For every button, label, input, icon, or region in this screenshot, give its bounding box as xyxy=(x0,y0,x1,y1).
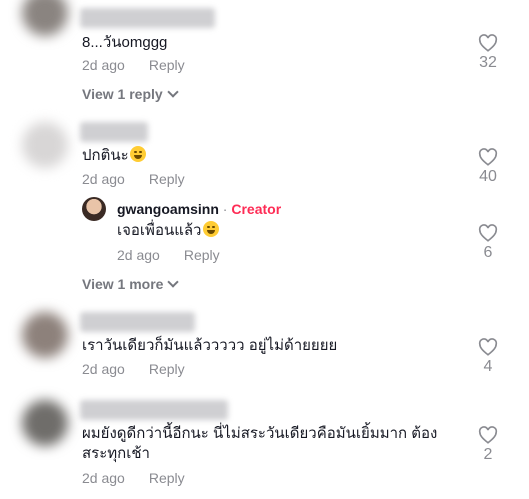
chevron-down-icon xyxy=(167,86,179,98)
comment-text-line: ปกตินะ xyxy=(82,146,146,166)
like-control: 32 xyxy=(468,34,508,72)
comment-meta: 2d ago Reply xyxy=(82,361,185,377)
reply-button[interactable]: Reply xyxy=(149,470,185,486)
like-control: 2 xyxy=(468,426,508,464)
creator-avatar[interactable] xyxy=(82,197,106,221)
avatar[interactable] xyxy=(22,312,68,358)
comment-text: ผมยังดูดีกว่านี้อีกนะ นี่ไม่สระวันเดียวค… xyxy=(82,425,438,462)
comment-meta: 2d ago Reply xyxy=(82,470,185,486)
reply-button[interactable]: Reply xyxy=(149,57,185,73)
comment-text: 8...วันomggg xyxy=(82,34,168,51)
avatar[interactable] xyxy=(22,122,68,168)
comment-time: 2d ago xyxy=(82,470,125,486)
username-blurred[interactable] xyxy=(80,400,228,420)
creator-username-line: gwangoamsinn · Creator xyxy=(117,201,281,217)
like-control: 6 xyxy=(468,224,508,262)
username-blurred[interactable] xyxy=(80,312,195,332)
grin-emoji-icon xyxy=(202,221,219,237)
heart-outline-icon[interactable] xyxy=(478,34,498,52)
avatar[interactable] xyxy=(22,400,68,446)
comment-time: 2d ago xyxy=(117,247,160,263)
heart-outline-icon[interactable] xyxy=(478,426,498,444)
reply-button[interactable]: Reply xyxy=(184,247,220,263)
avatar[interactable] xyxy=(22,0,68,36)
comment-text: ปกตินะ xyxy=(82,147,129,164)
comment-text: เราวันเดียวก็มันแล้ววววว อยู่ไม่ด้ายยยย xyxy=(82,337,338,354)
like-count: 32 xyxy=(479,54,497,71)
view-replies-label: View 1 reply xyxy=(82,86,163,102)
reply-button[interactable]: Reply xyxy=(149,361,185,377)
like-count: 4 xyxy=(483,358,493,375)
like-control: 40 xyxy=(468,148,508,186)
separator-dot: · xyxy=(222,201,228,217)
creator-badge: Creator xyxy=(231,201,282,217)
comment-meta: 2d ago Reply xyxy=(82,171,185,187)
heart-outline-icon[interactable] xyxy=(478,148,498,166)
comment-time: 2d ago xyxy=(82,57,125,73)
creator-username[interactable]: gwangoamsinn xyxy=(117,201,219,217)
rofl-emoji-icon xyxy=(129,146,146,162)
reply-button[interactable]: Reply xyxy=(149,171,185,187)
creator-reply-text-line: เจอเพื่อนแล้ว xyxy=(117,221,219,241)
comment-meta: 2d ago Reply xyxy=(82,57,185,73)
creator-reply-meta: 2d ago Reply xyxy=(117,247,220,263)
like-count: 40 xyxy=(479,168,497,185)
comment-time: 2d ago xyxy=(82,361,125,377)
username-blurred[interactable] xyxy=(80,8,215,28)
creator-reply-text: เจอเพื่อนแล้ว xyxy=(117,222,202,239)
comment-time: 2d ago xyxy=(82,171,125,187)
view-more-label: View 1 more xyxy=(82,276,164,292)
like-count: 6 xyxy=(483,244,493,261)
heart-outline-icon[interactable] xyxy=(478,338,498,356)
username-blurred[interactable] xyxy=(80,122,148,142)
like-count: 2 xyxy=(483,446,493,463)
heart-outline-icon[interactable] xyxy=(478,224,498,242)
view-more-button[interactable]: View 1 more xyxy=(82,276,180,292)
chevron-down-icon xyxy=(167,276,180,288)
like-control: 4 xyxy=(468,338,508,376)
view-replies-button[interactable]: View 1 reply xyxy=(82,86,179,102)
